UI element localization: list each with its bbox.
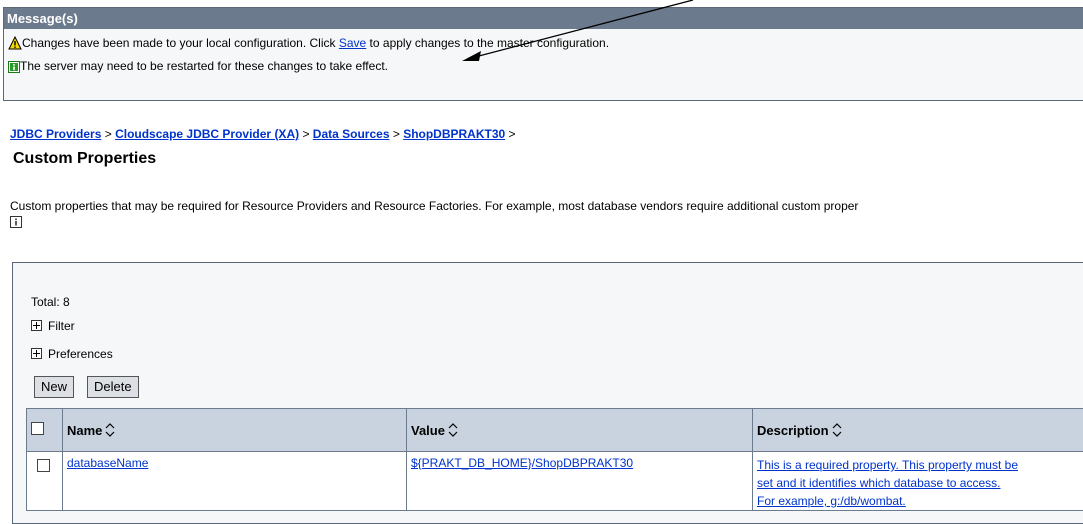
- row-select-cell: [27, 452, 63, 511]
- column-header-name[interactable]: Name: [63, 409, 407, 452]
- table-row: databaseName ${PRAKT_DB_HOME}/ShopDBPRAK…: [27, 452, 1083, 511]
- breadcrumb-jdbc-providers[interactable]: JDBC Providers: [10, 127, 101, 141]
- column-label: Value: [411, 423, 445, 438]
- select-all-header: [27, 409, 63, 452]
- description-cell: This is a required property. This proper…: [753, 452, 1083, 511]
- breadcrumb-separator: >: [390, 127, 404, 141]
- select-all-checkbox[interactable]: [31, 422, 44, 435]
- expand-icon: [31, 348, 42, 359]
- property-description-link[interactable]: For example, g:/db/wombat.: [757, 494, 906, 508]
- preferences-label: Preferences: [48, 347, 113, 361]
- sort-icon[interactable]: [448, 423, 458, 437]
- breadcrumb-separator: >: [505, 127, 515, 141]
- sort-icon[interactable]: [832, 423, 842, 437]
- property-description-link[interactable]: set and it identifies which database to …: [757, 476, 1000, 490]
- save-link[interactable]: Save: [339, 36, 366, 50]
- message-restart: The server may need to be restarted for …: [8, 58, 388, 74]
- help-info-icon[interactable]: [10, 216, 22, 228]
- property-value-link[interactable]: ${PRAKT_DB_HOME}/ShopDBPRAKT30: [411, 456, 633, 470]
- table-header-row: Name Value Description: [27, 409, 1083, 452]
- row-checkbox[interactable]: [37, 459, 50, 472]
- breadcrumb-shopdb[interactable]: ShopDBPRAKT30: [403, 127, 505, 141]
- page-description: Custom properties that may be required f…: [10, 199, 858, 213]
- sort-icon[interactable]: [105, 423, 115, 437]
- expand-icon: [31, 320, 42, 331]
- column-label: Description: [757, 423, 829, 438]
- message-config-changed: Changes have been made to your local con…: [8, 35, 609, 51]
- new-button[interactable]: New: [34, 376, 74, 398]
- filter-toggle[interactable]: Filter: [31, 319, 75, 333]
- filter-label: Filter: [48, 319, 75, 333]
- messages-header: Message(s): [4, 8, 1083, 29]
- delete-button[interactable]: Delete: [87, 376, 139, 398]
- info-icon: [8, 61, 20, 73]
- column-label: Name: [67, 423, 102, 438]
- page-title: Custom Properties: [13, 150, 156, 168]
- breadcrumb-separator: >: [101, 127, 115, 141]
- breadcrumb-cloudscape-provider[interactable]: Cloudscape JDBC Provider (XA): [115, 127, 299, 141]
- breadcrumb-separator: >: [299, 127, 313, 141]
- column-header-value[interactable]: Value: [407, 409, 753, 452]
- breadcrumb-data-sources[interactable]: Data Sources: [313, 127, 390, 141]
- message-text: The server may need to be restarted for …: [20, 59, 388, 73]
- property-description-link[interactable]: This is a required property. This proper…: [757, 458, 1018, 472]
- preferences-toggle[interactable]: Preferences: [31, 347, 113, 361]
- column-header-description[interactable]: Description: [753, 409, 1083, 452]
- value-cell: ${PRAKT_DB_HOME}/ShopDBPRAKT30: [407, 452, 753, 511]
- property-name-link[interactable]: databaseName: [67, 456, 148, 470]
- name-cell: databaseName: [63, 452, 407, 511]
- total-count: Total: 8: [31, 295, 70, 309]
- message-text: Changes have been made to your local con…: [22, 36, 339, 50]
- breadcrumb: JDBC Providers > Cloudscape JDBC Provide…: [10, 127, 516, 141]
- warning-icon: [8, 36, 22, 50]
- message-text: to apply changes to the master configura…: [366, 36, 609, 50]
- messages-box: Message(s) Changes have been made to you…: [3, 7, 1083, 101]
- custom-properties-table: Name Value Description databaseName ${PR…: [26, 408, 1083, 511]
